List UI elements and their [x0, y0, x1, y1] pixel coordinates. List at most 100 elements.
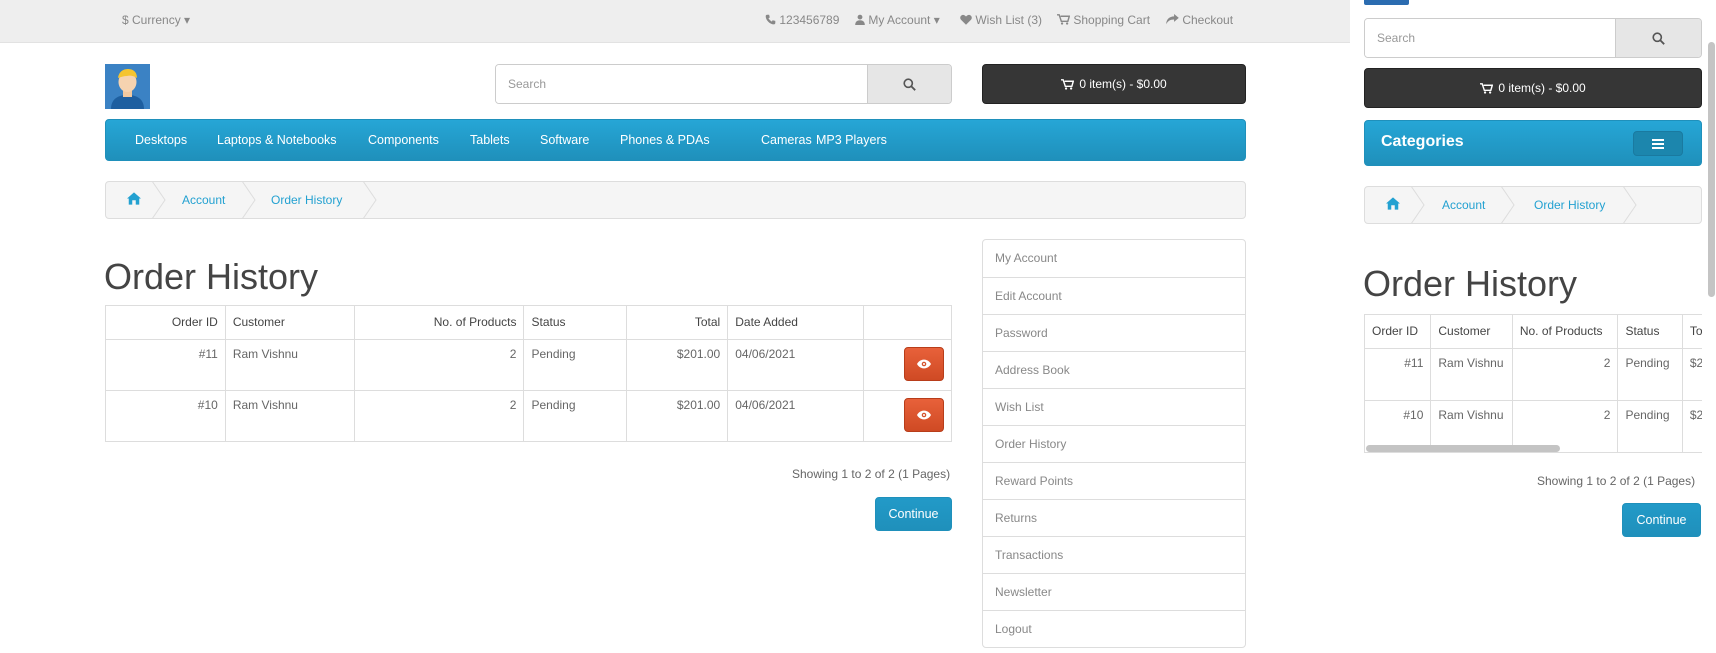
header-actions: [863, 305, 952, 340]
account-link-order-history[interactable]: Order History: [983, 425, 1245, 462]
menu-item-software[interactable]: Software: [540, 133, 589, 147]
horizontal-scrollbar[interactable]: [1366, 445, 1560, 452]
cell-total: $201.00: [1681, 400, 1702, 453]
header-products: No. of Products: [1511, 314, 1619, 349]
table-row: #11 Ram Vishnu 2 Pending $201.00 04/06/2…: [105, 339, 952, 391]
header-customer: Customer: [224, 305, 355, 340]
account-link-newsletter[interactable]: Newsletter: [983, 573, 1245, 610]
currency-dropdown[interactable]: $ Currency ▾: [122, 13, 190, 27]
home-link[interactable]: [127, 192, 141, 208]
cell-customer: Ram Vishnu: [224, 390, 355, 442]
shopping-cart-label: Shopping Cart: [1073, 13, 1151, 27]
account-link-password[interactable]: Password: [983, 314, 1245, 351]
mobile-logo[interactable]: [1364, 0, 1409, 5]
search-button[interactable]: [867, 65, 951, 103]
header-customer: Customer: [1430, 314, 1513, 349]
mobile-home-link[interactable]: [1386, 197, 1400, 213]
menu-item-phones[interactable]: Phones & PDAs: [620, 133, 710, 147]
mobile-cart-button[interactable]: 0 item(s) - $0.00: [1364, 68, 1702, 108]
continue-button[interactable]: Continue: [875, 497, 952, 531]
menu-item-desktops[interactable]: Desktops: [135, 133, 187, 147]
mobile-table-scroll-area[interactable]: Order ID Customer No. of Products Status…: [1364, 314, 1702, 454]
header-status: Status: [523, 305, 628, 340]
breadcrumb-account[interactable]: Account: [182, 193, 225, 207]
cell-date: 04/06/2021: [727, 390, 865, 442]
breadcrumb-order-history[interactable]: Order History: [271, 193, 342, 207]
categories-label: Categories: [1381, 133, 1464, 150]
menu-item-laptops[interactable]: Laptops & Notebooks: [217, 133, 337, 147]
page-title: Order History: [104, 256, 319, 297]
header-order-id: Order ID: [105, 305, 226, 340]
cell-total: $201.00: [626, 339, 729, 391]
hamburger-icon: [1652, 138, 1664, 149]
heart-icon: [960, 14, 972, 25]
caret-down-icon: ▾: [933, 13, 940, 27]
phone-link[interactable]: 123456789: [765, 13, 839, 27]
mobile-cart-total: 0 item(s) - $0.00: [1498, 81, 1586, 95]
cell-actions: [863, 390, 952, 442]
breadcrumb-separator: [152, 181, 166, 219]
account-link-logout[interactable]: Logout: [983, 610, 1245, 647]
header-total: Total: [1681, 314, 1702, 349]
cell-date: 04/06/2021: [727, 339, 865, 391]
pagination-results: Showing 1 to 2 of 2 (1 Pages): [792, 467, 951, 481]
table-row: #10 Ram Vishnu 2 Pending $201.00 04/06/2…: [105, 390, 952, 442]
cart-button[interactable]: 0 item(s) - $0.00: [982, 64, 1246, 104]
menu-item-components[interactable]: Components: [368, 133, 439, 147]
account-link-reward-points[interactable]: Reward Points: [983, 462, 1245, 499]
header-total: Total: [626, 305, 729, 340]
wish-list-label: Wish List (3): [975, 13, 1043, 27]
my-account-dropdown[interactable]: My Account ▾: [855, 13, 940, 27]
view-order-button[interactable]: [904, 398, 944, 432]
cell-customer: Ram Vishnu: [1430, 348, 1513, 401]
share-icon: [1166, 14, 1179, 25]
desktop-viewport: $ Currency ▾ 123456789 My Account ▾ Wish…: [0, 0, 1350, 653]
home-icon: [127, 192, 141, 205]
search-input[interactable]: [496, 65, 867, 103]
cart-icon: [1480, 82, 1494, 94]
cell-total: $201.00: [1681, 348, 1702, 401]
breadcrumb-separator: [1623, 186, 1637, 224]
account-link-wish-list[interactable]: Wish List: [983, 388, 1245, 425]
eye-icon: [917, 359, 931, 369]
account-link-edit-account[interactable]: Edit Account: [983, 277, 1245, 314]
breadcrumb: Account Order History: [105, 181, 1246, 219]
phone-number: 123456789: [779, 13, 840, 27]
wish-list-link[interactable]: Wish List (3): [960, 13, 1042, 27]
cell-products: 2: [353, 390, 525, 442]
account-link-transactions[interactable]: Transactions: [983, 536, 1245, 573]
top-bar: $ Currency ▾ 123456789 My Account ▾ Wish…: [0, 0, 1350, 43]
mobile-continue-button[interactable]: Continue: [1622, 503, 1701, 537]
cell-order-id: #11: [105, 339, 226, 391]
vertical-scrollbar[interactable]: [1708, 42, 1715, 297]
shopping-cart-link[interactable]: Shopping Cart: [1057, 13, 1150, 27]
cell-status: Pending: [1617, 348, 1683, 401]
menu-item-tablets[interactable]: Tablets: [470, 133, 510, 147]
mobile-search-bar: [1364, 18, 1702, 58]
menu-item-cameras[interactable]: Cameras: [761, 133, 812, 147]
account-link-address-book[interactable]: Address Book: [983, 351, 1245, 388]
table-header-row: Order ID Customer No. of Products Status…: [105, 305, 952, 340]
account-link-my-account[interactable]: My Account: [983, 240, 1245, 277]
header-date-added: Date Added: [727, 305, 865, 340]
header-status: Status: [1617, 314, 1683, 349]
mobile-pagination-results: Showing 1 to 2 of 2 (1 Pages): [1537, 474, 1696, 488]
view-order-button[interactable]: [904, 347, 944, 381]
account-link-returns[interactable]: Returns: [983, 499, 1245, 536]
phone-icon: [765, 14, 776, 25]
mobile-breadcrumb-account[interactable]: Account: [1442, 198, 1485, 212]
search-icon: [903, 77, 916, 91]
checkout-link[interactable]: Checkout: [1166, 13, 1233, 27]
cell-actions: [863, 339, 952, 391]
mobile-search-button[interactable]: [1615, 19, 1701, 57]
cell-status: Pending: [523, 390, 628, 442]
breadcrumb-separator: [242, 181, 256, 219]
mobile-search-input[interactable]: [1365, 19, 1615, 57]
store-logo[interactable]: [105, 64, 150, 109]
menu-item-mp3[interactable]: MP3 Players: [816, 133, 887, 147]
cell-status: Pending: [1617, 400, 1683, 453]
mobile-breadcrumb-order-history[interactable]: Order History: [1534, 198, 1605, 212]
mobile-breadcrumb: Account Order History: [1364, 186, 1702, 224]
categories-toggle-button[interactable]: [1633, 131, 1683, 156]
cell-products: 2: [353, 339, 525, 391]
